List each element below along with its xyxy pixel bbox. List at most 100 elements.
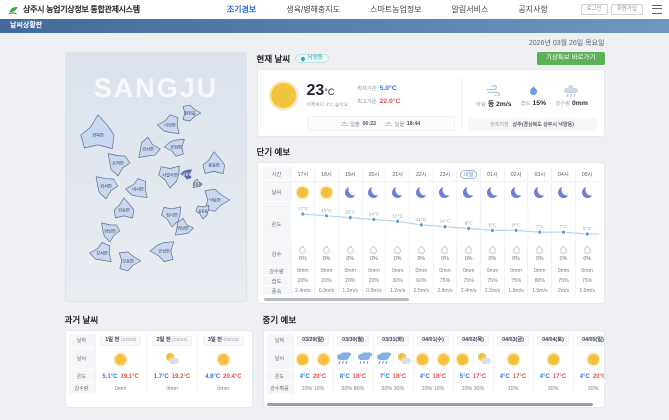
row-label-mid-prob: 강수확률 bbox=[267, 383, 293, 395]
mid-date-cell: 04/03(금) bbox=[493, 334, 533, 348]
hamburger-menu-icon[interactable] bbox=[652, 5, 662, 14]
row-label-mid-temp: 온도 bbox=[267, 370, 293, 383]
mid-date-cell: 03/31(화) bbox=[373, 334, 413, 348]
mid-temp-cell: 8°C18°C bbox=[333, 370, 373, 383]
nav-item[interactable]: 생육/병해충지도 bbox=[271, 4, 355, 15]
weather-icon bbox=[343, 185, 357, 199]
current-weather-card: 23°C 어제보다 4°C 높아요 최저기온5.0°C 최고기온22.0°C 일… bbox=[257, 69, 605, 137]
forecast-hour-cell[interactable]: 05시 bbox=[575, 167, 599, 181]
svg-text:9°C: 9°C bbox=[464, 221, 473, 227]
humidity-metric: 습도15% bbox=[521, 86, 546, 108]
mid-temp-cell: 4°C18°C bbox=[413, 370, 453, 383]
login-button[interactable]: 로그인 bbox=[581, 4, 608, 16]
weather-am-icon bbox=[546, 352, 560, 366]
weather-icon bbox=[114, 352, 128, 366]
forecast-hour-cell[interactable]: 내일 bbox=[456, 167, 480, 181]
map-district-label: 함창읍 bbox=[184, 110, 196, 116]
forecast-hour-cell[interactable]: 01시 bbox=[480, 167, 504, 181]
app-logo[interactable]: 상주시 농업기상정보 통합관제시스템 bbox=[7, 4, 140, 16]
row-label-wind: 풍속 bbox=[263, 286, 291, 296]
mid-prob-cell: 10% 10% bbox=[413, 383, 453, 395]
high-temp-row: 최고기온22.0°C bbox=[357, 96, 400, 109]
forecast-wind-cell: 1.2m/s bbox=[385, 286, 409, 296]
page-title: 날씨상황판 bbox=[10, 22, 42, 29]
wind-metric: 바람동 2m/s bbox=[476, 85, 511, 109]
row-label-past-weather: 날씨 bbox=[69, 348, 95, 370]
forecast-hour-cell[interactable]: 02시 bbox=[504, 167, 528, 181]
horizontal-scrollbar[interactable] bbox=[267, 403, 593, 406]
map-district-label: 신흥동 bbox=[192, 182, 201, 187]
signup-button[interactable]: 회원가입 bbox=[611, 4, 643, 16]
forecast-hour-cell[interactable]: 19시 bbox=[338, 167, 362, 181]
forecast-hour-cell[interactable]: 21시 bbox=[385, 167, 409, 181]
forecast-hour-cell[interactable]: 17시 bbox=[291, 167, 315, 181]
mid-weather-cell bbox=[453, 348, 493, 370]
forecast-hour-cell[interactable]: 20시 bbox=[362, 167, 386, 181]
auth-area: 로그인 회원가입 bbox=[581, 4, 662, 16]
svg-text:10°C: 10°C bbox=[439, 219, 450, 225]
midterm-title: 중기 예보 bbox=[263, 314, 297, 326]
sangju-district-map[interactable]: SANGJU 화북면은척면이안면함창읍공검면외서면사벌국면중동면화서면내서면낙동… bbox=[66, 53, 246, 301]
map-watermark: SANGJU bbox=[93, 73, 218, 103]
forecast-humidity-cell: 75% bbox=[433, 276, 457, 286]
past-weather-card: 날짜 1일 전 (03/25) 2일 전 (03/24) 3일 전 (03/23… bbox=[65, 330, 253, 408]
forecast-hour-cell[interactable]: 03시 bbox=[527, 167, 551, 181]
mid-prob-cell: 60% 30% bbox=[373, 383, 413, 395]
row-label-rain: 강수 bbox=[263, 242, 291, 266]
current-weather-title: 현재 날씨 bbox=[257, 53, 291, 65]
forecast-wind-cell: 2m/s bbox=[551, 286, 575, 296]
svg-text:6°C: 6°C bbox=[583, 226, 592, 232]
forecast-hour-cell[interactable]: 18시 bbox=[314, 167, 338, 181]
forecast-weather-cell bbox=[433, 182, 457, 202]
forecast-weather-cell bbox=[362, 182, 386, 202]
mid-weather-cell bbox=[413, 348, 453, 370]
map-district-label: 외서면 bbox=[142, 146, 154, 153]
mid-weather-cell bbox=[373, 348, 413, 370]
mid-temp-cell: 4°C17°C bbox=[533, 370, 573, 383]
forecast-wind-cell: 2.4m/s bbox=[456, 286, 480, 296]
forecast-wind-cell: 0.9m/s bbox=[314, 286, 338, 296]
past-date-cell: 2일 전 (03/24) bbox=[146, 334, 197, 348]
station-name: 상주(경상북도 상주시 낙양동) bbox=[513, 121, 574, 128]
weather-pm-icon bbox=[437, 352, 451, 366]
map-district-label: 공성면 bbox=[158, 248, 170, 254]
forecast-weather-cell bbox=[338, 182, 362, 202]
weather-alert-button[interactable]: 기상특보 바로가기 bbox=[537, 52, 605, 66]
svg-text:7°C: 7°C bbox=[535, 224, 544, 230]
forecast-humidity-cell: 20% bbox=[338, 276, 362, 286]
location-badge[interactable]: 낙양동 bbox=[295, 54, 329, 64]
past-date-cell: 1일 전 (03/25) bbox=[95, 334, 146, 348]
forecast-hour-cell[interactable]: 22시 bbox=[409, 167, 433, 181]
svg-text:15°C: 15°C bbox=[344, 210, 355, 216]
map-district-label: 동문동 bbox=[198, 210, 207, 214]
forecast-rainamount-cell: 0mm bbox=[362, 266, 386, 276]
weather-icon bbox=[165, 352, 179, 366]
forecast-wind-cell: 1.2m/s bbox=[338, 286, 362, 296]
main-nav: 조기경보 생육/병해충지도 스마트농업정보 알림서비스 공지사항 bbox=[212, 4, 563, 15]
forecast-humidity-cell: 75% bbox=[480, 276, 504, 286]
mid-date-cell: 04/02(목) bbox=[453, 334, 493, 348]
region-map-panel[interactable]: SANGJU 화북면은척면이안면함창읍공검면외서면사벌국면중동면화서면내서면낙동… bbox=[65, 52, 247, 302]
mid-prob-cell: 10% bbox=[493, 383, 533, 395]
weather-icon bbox=[533, 185, 547, 199]
forecast-hour-cell[interactable]: 04시 bbox=[551, 167, 575, 181]
nav-item[interactable]: 조기경보 bbox=[212, 4, 271, 15]
sunrise-sunset-strip: 일출06:23 일몰18:44 bbox=[307, 116, 455, 131]
forecast-hour-cell[interactable]: 23시 bbox=[433, 167, 457, 181]
nav-item[interactable]: 스마트농업정보 bbox=[355, 4, 437, 15]
weather-icon bbox=[367, 185, 381, 199]
past-rain-cell: 0mm bbox=[146, 383, 197, 395]
sunset-icon bbox=[385, 122, 392, 126]
map-district-label: 남원동 bbox=[182, 172, 191, 177]
horizontal-scrollbar[interactable] bbox=[264, 298, 409, 301]
row-label-mid-date: 날짜 bbox=[267, 334, 293, 348]
nav-item[interactable]: 알림서비스 bbox=[437, 4, 504, 15]
app-header: 상주시 농업기상정보 통합관제시스템 조기경보 생육/병해충지도 스마트농업정보… bbox=[0, 0, 669, 19]
weather-icon bbox=[216, 352, 230, 366]
humidity-value: 15% bbox=[533, 100, 547, 107]
nav-item[interactable]: 공지사항 bbox=[503, 4, 562, 15]
forecast-humidity-cell: 30% bbox=[385, 276, 409, 286]
forecast-wind-cell: 2.4m/s bbox=[291, 286, 315, 296]
map-district-label: 중동면 bbox=[208, 162, 220, 168]
forecast-weather-cell bbox=[409, 182, 433, 202]
